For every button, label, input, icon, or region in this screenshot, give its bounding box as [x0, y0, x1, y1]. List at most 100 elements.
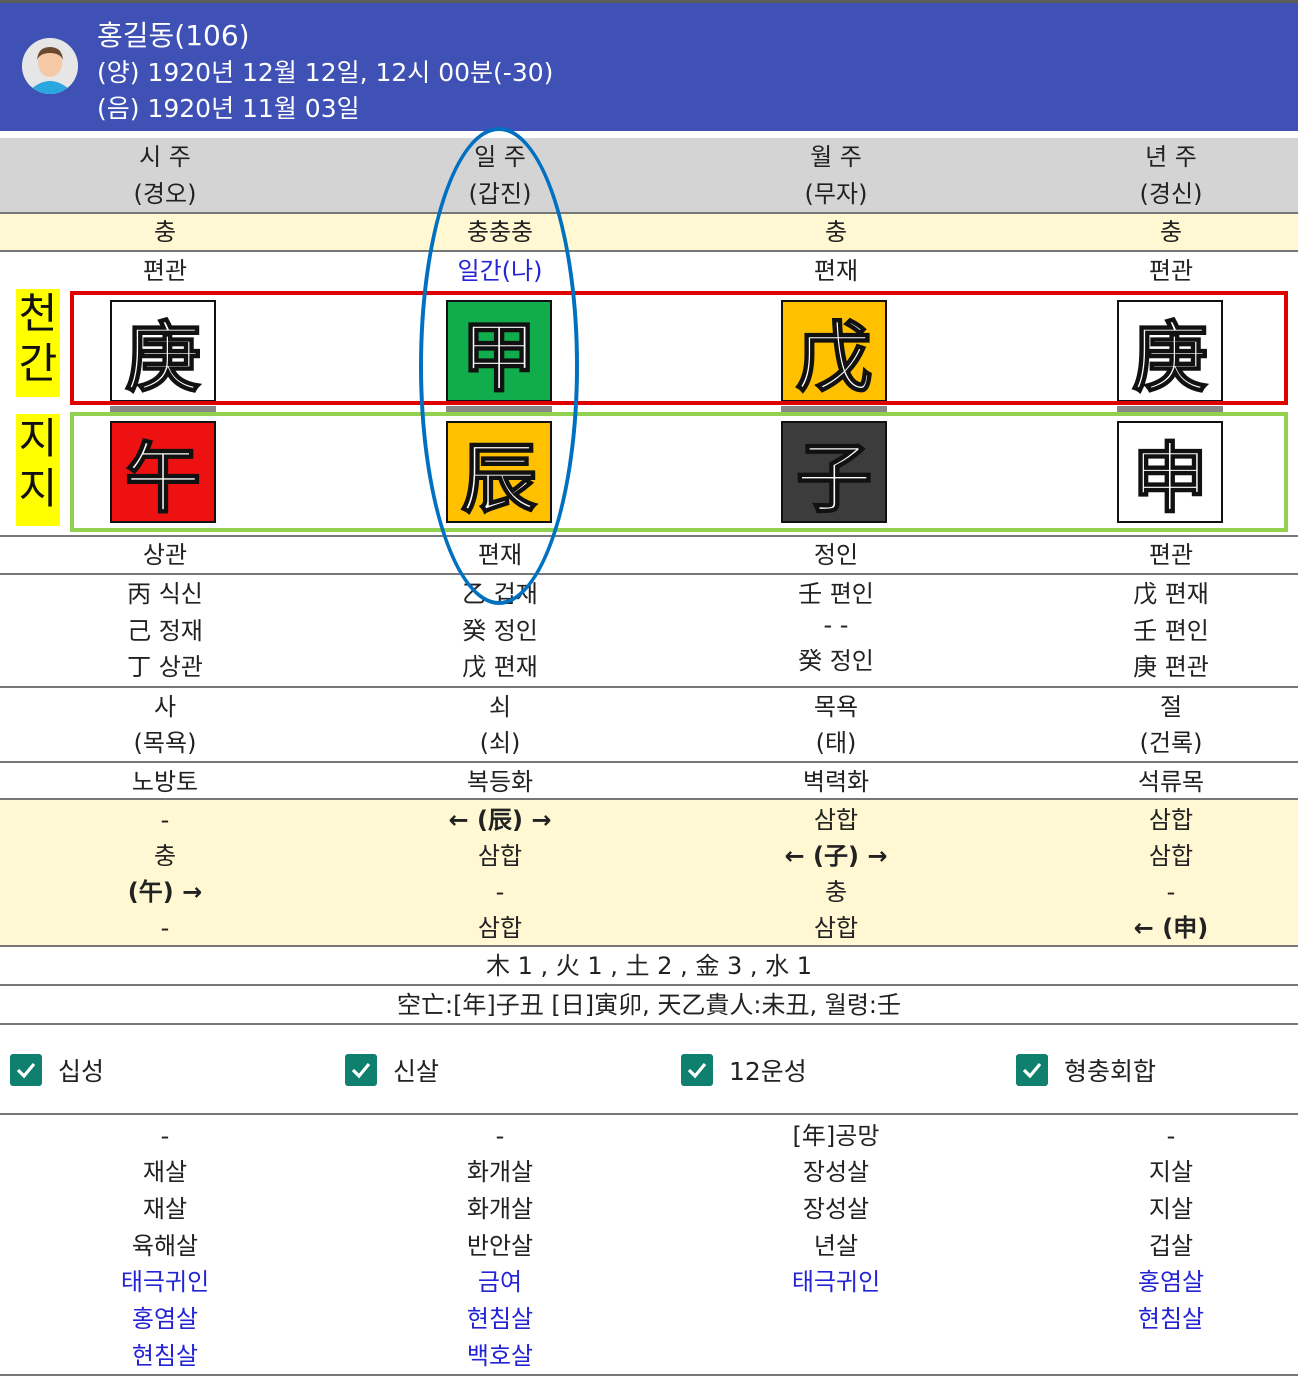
- divider: [0, 573, 1298, 575]
- avatar[interactable]: [22, 38, 78, 94]
- twelve-stage: 사: [153, 693, 177, 721]
- earthly-branch-label: 지 지: [16, 414, 60, 526]
- label-char: 간: [18, 339, 58, 388]
- hidden-stem: 癸 정인: [798, 647, 874, 675]
- toggle-sinsal[interactable]: 신살: [345, 1050, 439, 1090]
- checkbox-checked-icon[interactable]: [681, 1054, 713, 1086]
- sinsal-item: 년살: [813, 1232, 859, 1260]
- stem-god-row: 편관 일간(나) 편재 편관: [0, 253, 1298, 289]
- stem-god: 편관: [1148, 257, 1194, 285]
- sinsal-section: - 재살 재살 육해살 태극귀인 홍염살 현침살 - 화개살 화개살 반안살 금…: [0, 1118, 1298, 1374]
- sinsal-item: 재살: [142, 1158, 188, 1186]
- pillar-subtitle: (경신): [1139, 180, 1203, 208]
- heavenly-stem-label: 천 간: [16, 289, 60, 397]
- toggle-label: 십성: [58, 1057, 105, 1086]
- relations-row: - 충 (午) → - ← (辰) → 삼합 - 삼합 삼합 ← (子) → 충…: [0, 800, 1298, 945]
- relation: -: [495, 878, 505, 906]
- relation: ← (子) →: [784, 842, 888, 870]
- profile-header: 홍길동(106) (양) 1920년 12월 12일, 12시 00분(-30)…: [0, 0, 1298, 131]
- sinsal-item: 육해살: [131, 1232, 199, 1260]
- divider: [0, 945, 1298, 947]
- sinsal-item-highlight: 백호살: [466, 1342, 534, 1370]
- branch-god: 정인: [813, 541, 859, 569]
- divider: [0, 686, 1298, 688]
- sinsal-item: 겁살: [1148, 1232, 1194, 1260]
- elements-summary: 木 1 , 火 1 , 土 2 , 金 3 , 水 1: [485, 952, 813, 980]
- toggle-label: 12운성: [729, 1057, 807, 1086]
- napeum: 벽력화: [802, 768, 870, 796]
- relation: ← (申): [1133, 914, 1209, 942]
- divider: [0, 761, 1298, 763]
- relation: 삼합: [1148, 842, 1194, 870]
- lunar-date: (음) 1920년 11월 03일: [97, 94, 360, 123]
- sinsal-item-highlight: 현침살: [1137, 1305, 1205, 1333]
- divider: [0, 1113, 1298, 1115]
- toggle-relations[interactable]: 형충회합: [1016, 1050, 1156, 1090]
- sinsal-item: -: [1166, 1122, 1176, 1150]
- napeum: 복등화: [466, 768, 534, 796]
- napeum: 석류목: [1137, 768, 1205, 796]
- label-char: 지: [18, 464, 58, 513]
- sinsal-item: 반안살: [466, 1232, 534, 1260]
- relation: 충: [153, 842, 177, 870]
- sinsal-item: 화개살: [466, 1158, 534, 1186]
- toggle-twelve-stages[interactable]: 12운성: [681, 1050, 807, 1090]
- sinsal-item: 장성살: [802, 1195, 870, 1223]
- relation: -: [160, 914, 170, 942]
- hidden-stem: - -: [823, 611, 849, 639]
- twelve-stage-sub: (태): [815, 729, 857, 757]
- sinsal-item-highlight: 홍염살: [131, 1305, 199, 1333]
- checkbox-checked-icon[interactable]: [1016, 1054, 1048, 1086]
- checkbox-checked-icon[interactable]: [345, 1054, 377, 1086]
- sinsal-item-highlight: 홍염살: [1137, 1268, 1205, 1296]
- branch-god-row: 상관 편재 정인 편관: [0, 537, 1298, 573]
- person-icon: [22, 38, 78, 94]
- branch-highlight-box: [70, 412, 1288, 532]
- pillar-subtitle: (경오): [133, 180, 197, 208]
- pillar-title: 월 주: [810, 143, 862, 171]
- checkbox-checked-icon[interactable]: [10, 1054, 42, 1086]
- hidden-stem: 戊 편재: [1133, 580, 1209, 608]
- stem-god: 편관: [142, 257, 188, 285]
- hidden-stem: 丙 식신: [127, 580, 203, 608]
- twelve-stage-row: 사 쇠 목욕 절 (목욕) (쇠) (태) (건록): [0, 689, 1298, 761]
- sinsal-item: 화개살: [466, 1195, 534, 1223]
- divider: [0, 984, 1298, 986]
- pillar-subtitle: (무자): [804, 180, 868, 208]
- sinsal-item: 지살: [1148, 1195, 1194, 1223]
- pillar-title: 시 주: [139, 143, 191, 171]
- hidden-stem: 庚 편관: [1133, 653, 1209, 681]
- hidden-stem: 丁 상관: [127, 653, 203, 681]
- pillar-title-row: 시 주 일 주 월 주 년 주 (경오) (갑진) (무자) (경신): [0, 138, 1298, 212]
- sinsal-item: [年]공망: [792, 1122, 880, 1150]
- relation: 삼합: [813, 806, 859, 834]
- napeum: 노방토: [131, 768, 199, 796]
- twelve-stage-sub: (목욕): [133, 729, 197, 757]
- label-char: 지: [18, 414, 58, 463]
- napeum-row: 노방토 복등화 벽력화 석류목: [0, 764, 1298, 798]
- toggle-sipseong[interactable]: 십성: [10, 1050, 104, 1090]
- sinsal-item: 지살: [1148, 1158, 1194, 1186]
- toggle-label: 신살: [393, 1057, 440, 1086]
- sinsal-item-highlight: 태극귀인: [120, 1268, 210, 1296]
- relation: (午) →: [127, 878, 203, 906]
- divider: [0, 1023, 1298, 1025]
- sinsal-item: -: [160, 1122, 170, 1150]
- toggle-label: 형충회합: [1064, 1057, 1157, 1086]
- relation: 삼합: [813, 914, 859, 942]
- clash-cell: 충: [153, 218, 177, 246]
- sinsal-item: -: [495, 1122, 505, 1150]
- sinsal-item-highlight: 금여: [477, 1268, 523, 1296]
- relation: 삼합: [1148, 806, 1194, 834]
- branch-god: 편관: [1148, 541, 1194, 569]
- stem-god: 편재: [813, 257, 859, 285]
- stem-highlight-box: [70, 291, 1288, 405]
- relation: -: [1166, 878, 1176, 906]
- relation: 삼합: [477, 914, 523, 942]
- clash-row: 충 충충충 충 충: [0, 214, 1298, 250]
- sinsal-item-highlight: 현침살: [131, 1342, 199, 1370]
- hidden-stem: 戊 편재: [462, 653, 538, 681]
- twelve-stage: 절: [1159, 693, 1183, 721]
- relation: 삼합: [477, 842, 523, 870]
- hidden-stem: 己 정재: [127, 617, 203, 645]
